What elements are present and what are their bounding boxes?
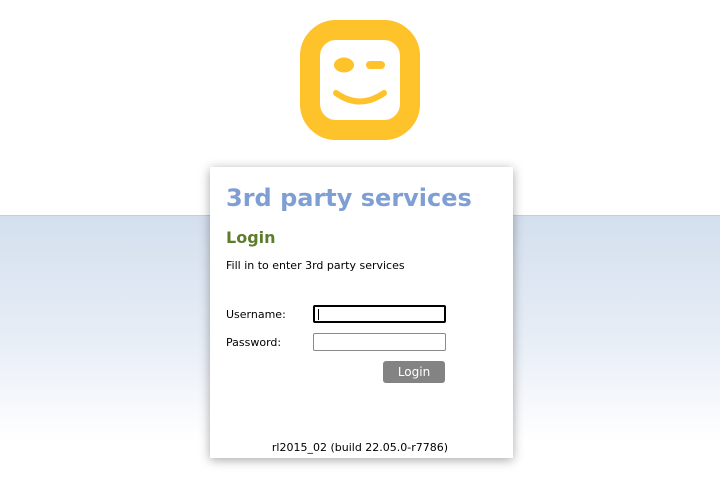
page-title: 3rd party services — [226, 184, 472, 212]
username-input[interactable] — [313, 305, 446, 323]
login-page: 3rd party services Login Fill in to ente… — [0, 0, 720, 480]
winking-smiley-logo-icon — [300, 20, 420, 140]
login-button[interactable]: Login — [383, 361, 445, 383]
text-cursor — [318, 309, 319, 320]
version-text: rl2015_02 (build 22.05.0-r7786) — [271, 441, 449, 454]
login-description: Fill in to enter 3rd party services — [226, 259, 405, 272]
username-label: Username: — [226, 308, 286, 321]
login-heading: Login — [226, 228, 276, 247]
login-panel: 3rd party services Login Fill in to ente… — [210, 167, 513, 458]
password-input[interactable] — [313, 333, 446, 351]
password-label: Password: — [226, 336, 282, 349]
